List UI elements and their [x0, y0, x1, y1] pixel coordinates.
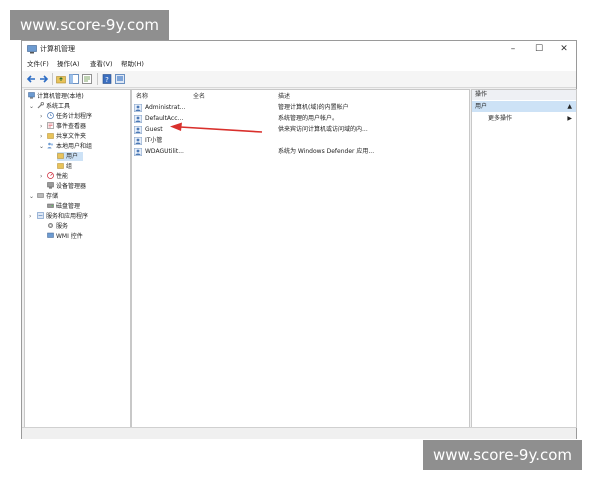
- tree-label-disk-management: 磁盘管理: [56, 203, 81, 210]
- tree-item-shared-folders[interactable]: 共享文件夹: [47, 132, 86, 141]
- minimize-button[interactable]: –: [502, 42, 524, 56]
- expand-chevron-icon[interactable]: ›: [40, 122, 42, 131]
- wmi-control-icon: [47, 232, 54, 238]
- tree-label-root: 计算机管理(本地): [37, 93, 84, 100]
- tree-label-services: 服务: [56, 223, 69, 230]
- event-viewer-icon: [47, 122, 54, 129]
- actions-pane: 操作 用户 ▲ 更多操作 ▶: [471, 89, 577, 428]
- tree-item-root[interactable]: 计算机管理(本地): [28, 92, 84, 101]
- tree-label-device-manager: 设备管理器: [56, 183, 87, 190]
- tree-item-event-viewer[interactable]: 事件查看器: [47, 122, 86, 131]
- watermark-top: www.score-9y.com: [10, 10, 169, 40]
- tree-item-device-manager[interactable]: 设备管理器: [47, 182, 86, 191]
- collapse-chevron-icon[interactable]: ⌄: [39, 142, 44, 151]
- tree-label-performance: 性能: [56, 173, 69, 180]
- status-bar: [22, 427, 576, 439]
- tree-label-event-viewer: 事件查看器: [56, 123, 87, 130]
- tree-item-users[interactable]: 用户: [57, 152, 84, 161]
- folder-icon: [57, 153, 64, 159]
- submenu-arrow-icon[interactable]: ▶: [567, 114, 572, 124]
- up-folder-icon[interactable]: [56, 74, 66, 84]
- tree-item-system-tools[interactable]: 系统工具: [37, 102, 70, 111]
- computer-management-window: 计算机管理 – ☐ ✕ 文件(F) 操作(A) 查看(V) 帮助(H) ? 计算…: [21, 40, 577, 439]
- computer-icon: [28, 92, 35, 99]
- properties-icon[interactable]: [82, 74, 92, 84]
- help-icon[interactable]: ?: [102, 74, 112, 84]
- users-group-icon: [47, 142, 54, 149]
- console-icon[interactable]: [115, 74, 125, 84]
- tree-label-groups: 组: [66, 163, 73, 170]
- collapse-chevron-icon[interactable]: ⌄: [29, 102, 34, 111]
- tree-item-task-scheduler[interactable]: 任务计划程序: [47, 112, 92, 121]
- tree-item-performance[interactable]: 性能: [47, 172, 68, 181]
- expand-chevron-icon[interactable]: ›: [40, 132, 42, 141]
- folder-icon: [57, 163, 64, 169]
- svg-text:?: ?: [105, 76, 109, 84]
- actions-section-label: 用户: [475, 103, 488, 110]
- actions-section-users[interactable]: 用户 ▲: [472, 101, 576, 112]
- maximize-button[interactable]: ☐: [528, 42, 550, 56]
- menu-help[interactable]: 帮助(H): [121, 60, 144, 69]
- gear-icon: [47, 222, 54, 229]
- computer-management-app-icon: [27, 45, 37, 54]
- title-bar: 计算机管理 – ☐ ✕: [22, 41, 576, 58]
- back-icon[interactable]: [26, 74, 36, 84]
- shared-folder-icon: [47, 133, 54, 139]
- tree-item-services-apps[interactable]: 服务和应用程序: [37, 212, 88, 221]
- tree-label-task-scheduler: 任务计划程序: [56, 113, 93, 120]
- tools-icon: [37, 102, 44, 109]
- expand-chevron-icon[interactable]: ›: [29, 212, 31, 221]
- menu-view[interactable]: 查看(V): [90, 60, 113, 69]
- tree-label-users: 用户: [66, 153, 79, 160]
- actions-header: 操作: [472, 90, 576, 100]
- tree-label-local-users-groups: 本地用户和组: [56, 143, 93, 150]
- tree-label-shared-folders: 共享文件夹: [56, 133, 87, 140]
- window-title: 计算机管理: [40, 45, 75, 53]
- more-actions-link[interactable]: 更多操作: [488, 114, 512, 124]
- tree-label-storage: 存储: [46, 193, 59, 200]
- tree-item-groups[interactable]: 组: [57, 162, 72, 171]
- expand-chevron-icon[interactable]: ›: [40, 172, 42, 181]
- tree-label-services-apps: 服务和应用程序: [46, 213, 89, 220]
- tree-item-wmi[interactable]: WMI 控件: [47, 232, 83, 241]
- menu-action[interactable]: 操作(A): [57, 60, 80, 69]
- tree-item-services[interactable]: 服务: [47, 222, 68, 231]
- storage-icon: [37, 193, 44, 198]
- services-apps-icon: [37, 212, 44, 219]
- tree-label-system-tools: 系统工具: [46, 103, 71, 110]
- clock-icon: [47, 112, 54, 119]
- toolbar: ?: [22, 71, 576, 88]
- menu-bar: 文件(F) 操作(A) 查看(V) 帮助(H): [22, 58, 576, 71]
- users-list: 名称 全名 描述 Administrat... 管理计算机(域)的内置帐户 De…: [131, 89, 470, 428]
- annotation-arrow-icon: [170, 122, 263, 133]
- disk-icon: [47, 203, 54, 208]
- forward-icon[interactable]: [39, 74, 49, 84]
- tree-item-disk-management[interactable]: 磁盘管理: [47, 202, 80, 211]
- expand-chevron-icon[interactable]: ›: [40, 112, 42, 121]
- tree-item-storage[interactable]: 存储: [37, 192, 58, 201]
- menu-file[interactable]: 文件(F): [27, 60, 49, 69]
- tree-label-wmi: WMI 控件: [56, 233, 83, 240]
- collapse-arrow-icon[interactable]: ▲: [567, 101, 572, 112]
- performance-icon: [47, 172, 54, 179]
- device-manager-icon: [47, 182, 54, 189]
- tree-item-local-users-groups[interactable]: 本地用户和组: [47, 142, 92, 151]
- close-button[interactable]: ✕: [553, 42, 575, 56]
- navigation-tree: 计算机管理(本地) ⌄ 系统工具 › 任务计划程序 › 事件查看器 › 共享文件…: [24, 89, 131, 428]
- collapse-chevron-icon[interactable]: ⌄: [29, 192, 34, 201]
- watermark-bottom: www.score-9y.com: [423, 440, 582, 470]
- show-tree-icon[interactable]: [69, 74, 79, 84]
